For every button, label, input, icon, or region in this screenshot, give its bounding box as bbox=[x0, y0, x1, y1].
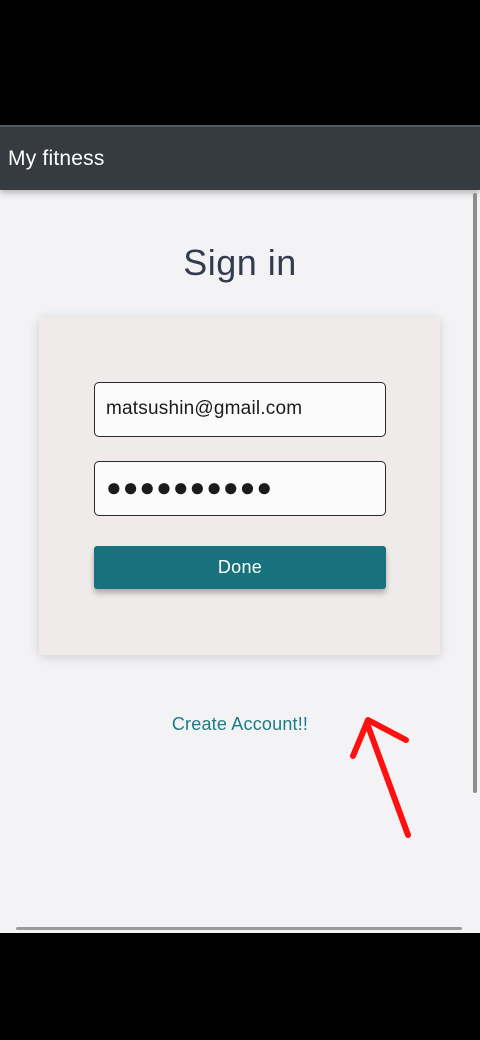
app-bar: My fitness bbox=[0, 125, 480, 190]
page-title: Sign in bbox=[183, 242, 297, 283]
home-indicator bbox=[16, 927, 462, 930]
signin-card: matsushin@gmail.com ●●●●●●●●●● Done bbox=[39, 317, 440, 655]
done-button[interactable]: Done bbox=[94, 546, 386, 589]
app-title: My fitness bbox=[8, 147, 105, 170]
email-field[interactable]: matsushin@gmail.com bbox=[94, 382, 386, 437]
app-window: My fitness Sign in matsushin@gmail.com ●… bbox=[0, 125, 480, 933]
phone-screen: My fitness Sign in matsushin@gmail.com ●… bbox=[0, 0, 480, 1040]
password-field[interactable]: ●●●●●●●●●● bbox=[94, 461, 386, 516]
annotation-arrow-icon bbox=[350, 717, 411, 838]
